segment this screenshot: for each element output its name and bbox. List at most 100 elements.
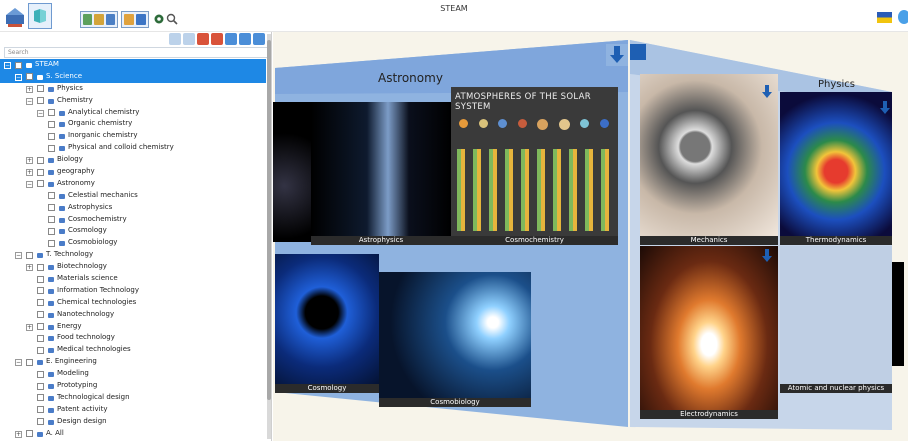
tree-checkbox[interactable] (48, 192, 55, 200)
tree-item[interactable]: Technological design (0, 392, 266, 404)
tree-checkbox[interactable] (48, 204, 55, 212)
astrophysics-image[interactable] (311, 102, 451, 236)
tree-checkbox[interactable] (37, 311, 44, 319)
tree-item[interactable]: − E. Engineering (0, 356, 266, 368)
tree-item[interactable]: + Biology (0, 154, 266, 166)
settings-icon[interactable] (153, 12, 165, 26)
books-icon[interactable] (3, 3, 27, 29)
tree-checkbox[interactable] (37, 287, 44, 295)
tree-checkbox[interactable] (37, 168, 44, 176)
tree-checkbox[interactable] (26, 73, 33, 81)
expand-toggle-icon[interactable]: + (26, 323, 33, 331)
tree-checkbox[interactable] (48, 120, 55, 128)
download-icon[interactable] (606, 44, 628, 66)
cosmochemistry-image[interactable]: ATMOSPHERES OF THE SOLAR SYSTEM (451, 87, 618, 236)
tree-item[interactable]: − T. Technology (0, 249, 266, 261)
tree-item[interactable]: Cosmobiology (0, 237, 266, 249)
tree-scrollbar-thumb[interactable] (267, 40, 271, 400)
move-right-icon[interactable] (239, 33, 251, 45)
folder-view-icon[interactable] (124, 14, 134, 25)
tree-checkbox[interactable] (37, 299, 44, 307)
add-link-icon[interactable] (105, 14, 115, 25)
collapse-toggle-icon[interactable]: − (26, 180, 33, 188)
tree-item[interactable]: Chemical technologies (0, 297, 266, 309)
tree-checkbox[interactable] (37, 85, 44, 93)
tree-checkbox[interactable] (37, 382, 44, 390)
add-folder-icon[interactable] (94, 14, 104, 25)
tree-checkbox[interactable] (37, 334, 44, 342)
tree-item[interactable]: Prototyping (0, 380, 266, 392)
electrodynamics-image[interactable] (640, 246, 778, 410)
tree-item[interactable]: Astrophysics (0, 202, 266, 214)
collapse-toggle-icon[interactable]: − (4, 62, 11, 69)
download-icon[interactable] (760, 84, 774, 100)
tree-checkbox[interactable] (37, 275, 44, 283)
tree-item[interactable]: Modeling (0, 368, 266, 380)
delete-icon[interactable] (197, 33, 209, 45)
tree-checkbox[interactable] (48, 216, 55, 224)
tree-checkbox[interactable] (37, 394, 44, 402)
tree-item[interactable]: Design design (0, 416, 266, 428)
collapse-toggle-icon[interactable]: − (15, 252, 22, 260)
tree-checkbox[interactable] (37, 97, 44, 105)
tree-item[interactable]: Nanotechnology (0, 309, 266, 321)
expand-toggle-icon[interactable]: + (26, 264, 33, 272)
tree-checkbox[interactable] (26, 430, 33, 438)
download-icon[interactable] (760, 248, 774, 264)
expand-toggle-icon[interactable]: + (15, 430, 22, 438)
search-input[interactable]: Search (4, 47, 269, 58)
tree-checkbox[interactable] (15, 61, 22, 69)
tree-item[interactable]: Cosmology (0, 225, 266, 237)
tree-item[interactable]: Celestial mechanics (0, 190, 266, 202)
expand-toggle-icon[interactable]: + (26, 157, 33, 165)
search-zoom-icon[interactable] (166, 12, 178, 26)
tree-item[interactable]: − Astronomy (0, 178, 266, 190)
tree-checkbox[interactable] (37, 156, 44, 164)
tree-checkbox[interactable] (37, 263, 44, 271)
tree-item[interactable]: Food technology (0, 332, 266, 344)
cosmobiology-image[interactable] (379, 272, 531, 398)
tree-checkbox[interactable] (48, 144, 55, 152)
language-flag-icon[interactable] (877, 12, 892, 23)
tree-checkbox[interactable] (48, 239, 55, 247)
tree-item[interactable]: Organic chemistry (0, 118, 266, 130)
tree-checkbox[interactable] (37, 406, 44, 414)
move-left-icon[interactable] (225, 33, 237, 45)
tree-item[interactable]: Patent activity (0, 404, 266, 416)
expand-toggle-icon[interactable]: + (26, 85, 33, 93)
tree-checkbox[interactable] (26, 251, 33, 259)
tree-item[interactable]: − S. Science (0, 70, 266, 83)
cube-view-button[interactable] (28, 3, 52, 29)
tree-item[interactable]: − Analytical chemistry (0, 107, 266, 119)
tree-checkbox[interactable] (37, 180, 44, 188)
tree-item[interactable]: − STEAM (0, 59, 266, 71)
tree-checkbox[interactable] (48, 227, 55, 235)
tree-item[interactable]: + Biotechnology (0, 261, 266, 273)
atomic-physics-image[interactable] (780, 246, 892, 384)
globe-icon[interactable] (898, 10, 908, 24)
collapse-toggle-icon[interactable]: − (15, 73, 22, 81)
tree-item[interactable]: Physical and colloid chemistry (0, 142, 266, 154)
tree-item[interactable]: + geography (0, 166, 266, 178)
mechanics-image[interactable] (640, 74, 778, 236)
tree-checkbox[interactable] (48, 109, 55, 117)
tree-item[interactable]: + Energy (0, 321, 266, 333)
tree-checkbox[interactable] (37, 323, 44, 331)
add-icon[interactable] (83, 14, 93, 25)
tree-checkbox[interactable] (37, 418, 44, 426)
expand-toggle-icon[interactable]: + (26, 169, 33, 177)
tree-checkbox[interactable] (37, 346, 44, 354)
move-up-icon[interactable] (253, 33, 265, 45)
gallery-icon[interactable] (630, 44, 646, 60)
collapse-toggle-icon[interactable]: − (37, 109, 44, 117)
tree-checkbox[interactable] (26, 358, 33, 366)
remove-icon[interactable] (211, 33, 223, 45)
thermodynamics-image[interactable] (780, 92, 892, 236)
tree-item[interactable]: + Physics (0, 83, 266, 95)
tree-item[interactable]: − Chemistry (0, 95, 266, 107)
tree-item[interactable]: + A. All (0, 428, 266, 440)
celestial-image[interactable] (273, 102, 311, 242)
collapse-all-icon[interactable] (183, 33, 195, 45)
expand-all-icon[interactable] (169, 33, 181, 45)
collapse-toggle-icon[interactable]: − (26, 97, 33, 105)
